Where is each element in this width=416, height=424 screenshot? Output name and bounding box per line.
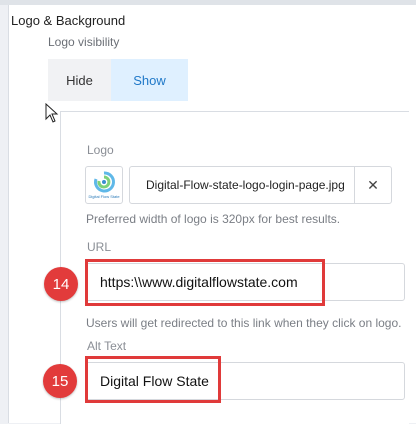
step-badge-15: 15 (43, 364, 77, 398)
url-label: URL (87, 240, 112, 254)
show-toggle-button[interactable]: Show (111, 59, 188, 101)
logo-image-icon (94, 171, 115, 193)
logo-file-field[interactable]: Digital-Flow-state-logo-login-page.jpg ✕ (129, 166, 392, 204)
clear-logo-button[interactable]: ✕ (355, 167, 391, 203)
alt-text-highlight-box (85, 356, 221, 403)
logo-file-name: Digital-Flow-state-logo-login-page.jpg (146, 178, 345, 192)
step-badge-14: 14 (44, 267, 78, 301)
mouse-cursor-icon (45, 103, 59, 123)
url-highlight-box (85, 259, 325, 306)
logo-help-text: Preferred width of logo is 320px for bes… (86, 212, 341, 226)
close-icon: ✕ (367, 176, 379, 193)
logo-thumbnail[interactable]: Digital Flow State (85, 166, 123, 204)
logo-thumbnail-caption: Digital Flow State (88, 194, 120, 199)
section-title: Logo & Background (11, 13, 126, 28)
logo-label: Logo (87, 143, 114, 157)
alt-text-label: Alt Text (87, 339, 127, 353)
hide-toggle-button[interactable]: Hide (48, 59, 111, 101)
logo-visibility-label: Logo visibility (48, 35, 120, 49)
url-help-text: Users will get redirected to this link w… (86, 316, 402, 330)
